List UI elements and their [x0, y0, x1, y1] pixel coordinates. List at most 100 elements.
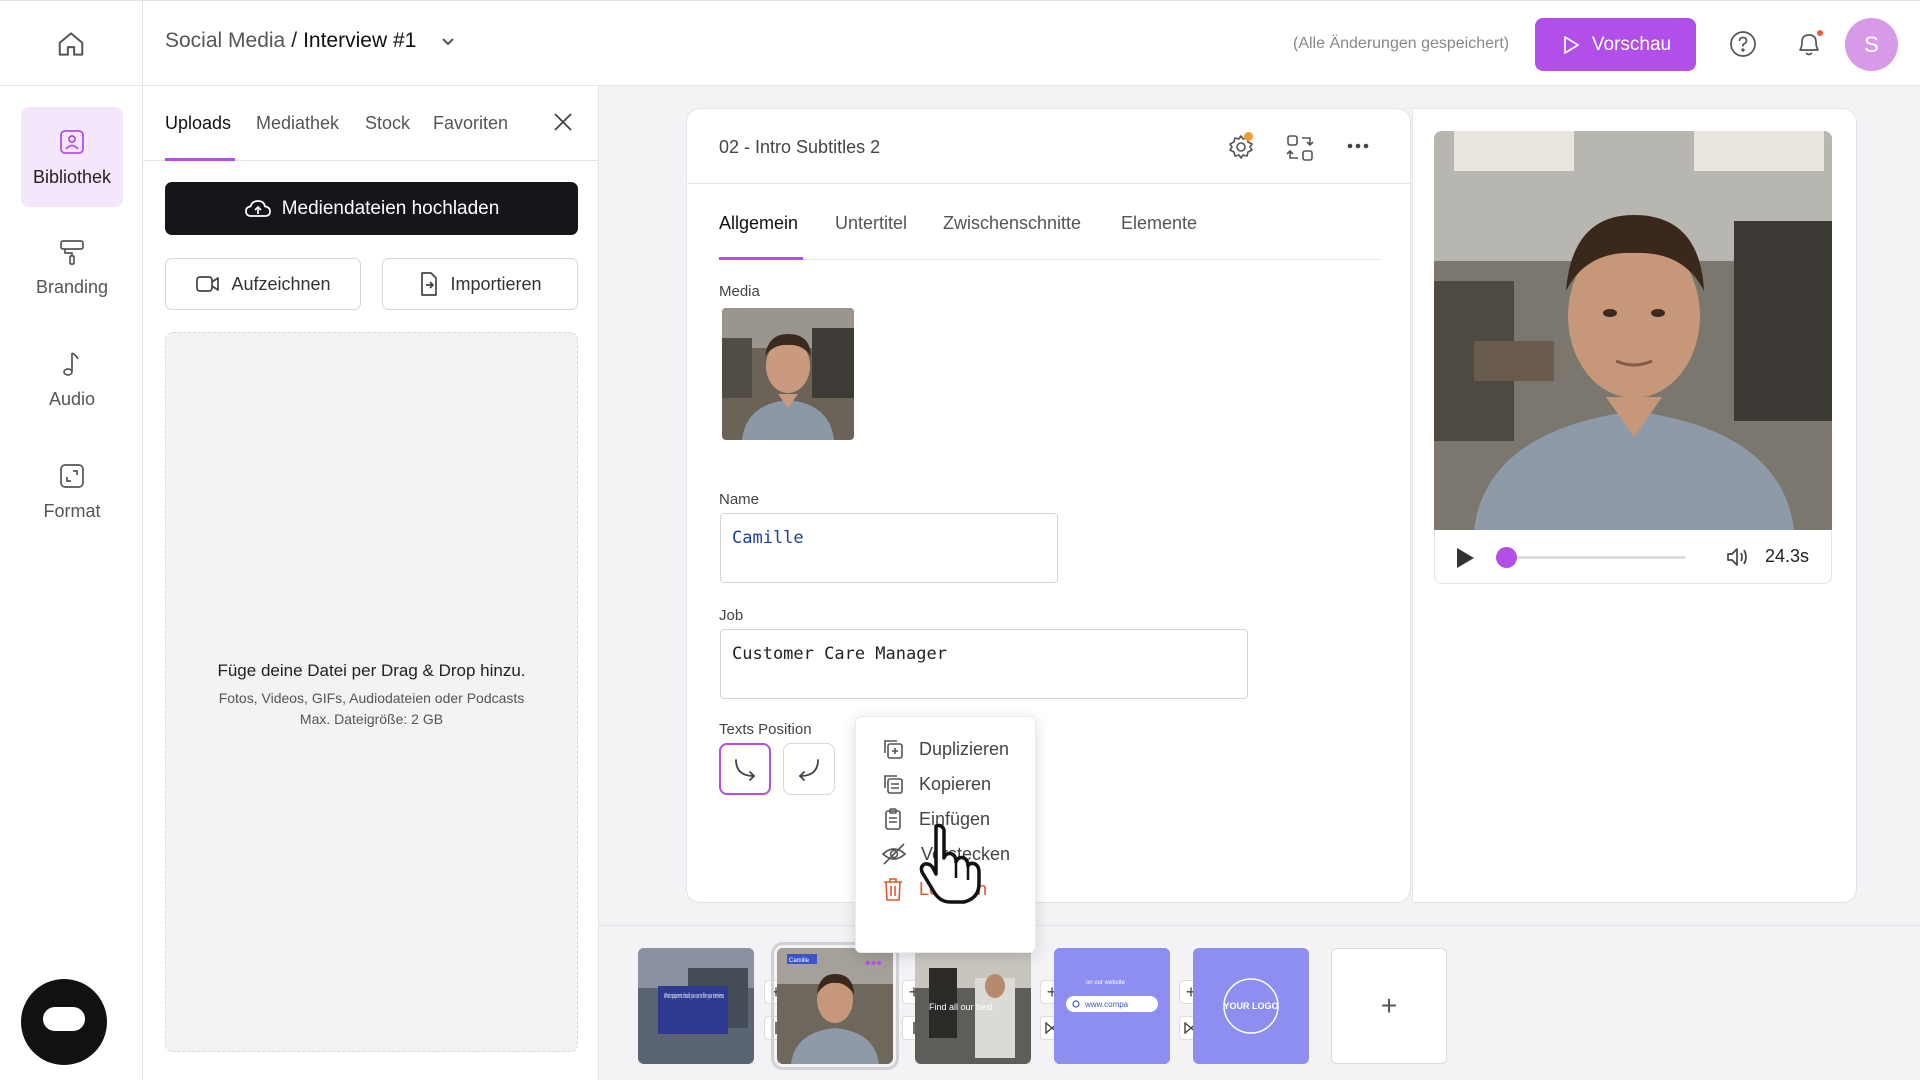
- menu-item-duplicate[interactable]: Duplizieren: [881, 734, 1009, 764]
- breadcrumb-project[interactable]: Social Media: [165, 29, 285, 53]
- timeline-clip-5[interactable]: YOUR LOGO: [1193, 948, 1309, 1064]
- clip-4-small: on our website: [1086, 980, 1126, 986]
- chat-icon: [43, 1007, 85, 1031]
- volume-icon: [1727, 548, 1747, 566]
- image-library-icon: [60, 129, 84, 154]
- breadcrumb-current: Interview #1: [303, 29, 417, 52]
- copy-icon: [884, 775, 903, 794]
- play-button[interactable]: [1455, 547, 1475, 569]
- left-rail: Bibliothek Branding Audio Format: [0, 86, 143, 1080]
- video-camera-icon: [196, 276, 220, 292]
- rail-label-branding: Branding: [35, 276, 109, 297]
- media-label: Media: [719, 283, 760, 300]
- preview-label: Vorschau: [1591, 33, 1672, 55]
- file-dropzone[interactable]: Füge deine Datei per Drag & Drop hinzu. …: [165, 332, 578, 1052]
- tab-untertitel[interactable]: Untertitel: [835, 213, 907, 234]
- menu-label-copy: Kopieren: [919, 773, 992, 794]
- swap-layout-button[interactable]: [1285, 133, 1315, 163]
- cloud-upload-icon: [244, 199, 271, 217]
- tab-favoriten[interactable]: Favoriten: [433, 113, 508, 134]
- trash-icon: [884, 878, 902, 901]
- media-thumbnail[interactable]: [722, 308, 854, 440]
- help-button[interactable]: [1729, 30, 1757, 58]
- scene-timeline: What equipment should you use to film yo…: [599, 925, 1920, 1080]
- duplicate-icon: [884, 740, 903, 759]
- chat-button[interactable]: [21, 979, 107, 1065]
- clip-2-caption: Camille: [789, 958, 810, 964]
- rail-label-format: Format: [43, 500, 101, 521]
- job-input[interactable]: Customer Care Manager: [720, 629, 1248, 699]
- rail-item-branding[interactable]: Branding: [21, 217, 123, 317]
- breadcrumb: Social Media / Interview #1: [165, 29, 456, 53]
- paint-roller-icon: [60, 239, 84, 265]
- scene-title: 02 - Intro Subtitles 2: [719, 137, 881, 157]
- timeline-clip-1[interactable]: What equipment should you use to film yo…: [638, 948, 754, 1064]
- scene-editor: 02 - Intro Subtitles 2 Allgemein Unterti…: [686, 108, 1411, 903]
- volume-button[interactable]: [1725, 545, 1751, 569]
- menu-item-copy[interactable]: Kopieren: [881, 769, 991, 799]
- tab-allgemein[interactable]: Allgemein: [719, 213, 798, 234]
- play-icon: [1457, 548, 1474, 568]
- dropzone-subtitle: Fotos, Videos, GIFs, Audiodateien oder P…: [166, 688, 577, 730]
- clip-5-caption: YOUR LOGO: [1223, 1001, 1278, 1011]
- dropzone-title: Füge deine Datei per Drag & Drop hinzu.: [217, 661, 526, 680]
- breadcrumb-separator: /: [291, 29, 298, 52]
- active-tab-underline: [165, 158, 235, 161]
- home-icon: [58, 31, 84, 56]
- eye-off-icon: [881, 843, 907, 865]
- avatar[interactable]: S: [1845, 18, 1898, 71]
- position-bottom-right-button[interactable]: [719, 743, 771, 795]
- help-icon: [1730, 31, 1756, 57]
- timeline-clip-4[interactable]: on our website www.compa: [1054, 948, 1170, 1064]
- tabs-divider: [719, 259, 1381, 260]
- rail-label-audio: Audio: [48, 388, 96, 409]
- clip-3-caption: Find all our best: [929, 1002, 994, 1012]
- save-status: (Alle Änderungen gespeichert): [1293, 35, 1510, 52]
- tab-stock[interactable]: Stock: [365, 113, 410, 134]
- import-icon: [421, 272, 438, 296]
- position-bottom-left-button[interactable]: [783, 743, 835, 795]
- tab-mediathek[interactable]: Mediathek: [256, 113, 339, 134]
- rail-item-bibliothek[interactable]: Bibliothek: [21, 107, 123, 207]
- dropzone-types: Fotos, Videos, GIFs, Audiodateien oder P…: [218, 690, 525, 706]
- crop-frame-icon: [60, 463, 84, 488]
- rail-item-audio[interactable]: Audio: [21, 329, 123, 429]
- preview-panel: 24.3s: [1412, 108, 1857, 903]
- clip-more-icon[interactable]: •••: [865, 956, 893, 972]
- music-note-icon: [63, 351, 79, 376]
- clip-1-caption: What equipment should you use to film yo…: [664, 991, 724, 1000]
- timeline-clip-3[interactable]: Find all our best: [915, 948, 1031, 1064]
- preview-button[interactable]: Vorschau: [1535, 18, 1696, 71]
- scrub-handle[interactable]: [1496, 547, 1517, 568]
- rail-label-bibliothek: Bibliothek: [32, 166, 112, 187]
- name-input[interactable]: Camille: [720, 513, 1058, 583]
- scrub-track[interactable]: [1501, 556, 1686, 559]
- upload-media-button[interactable]: Mediendateien hochladen: [165, 182, 578, 235]
- editor-header: 02 - Intro Subtitles 2: [687, 109, 1410, 184]
- notification-badge: [1815, 28, 1825, 38]
- record-button[interactable]: Aufzeichnen: [165, 258, 361, 310]
- chevron-down-icon[interactable]: [440, 33, 456, 49]
- more-options-button[interactable]: [1347, 143, 1369, 149]
- import-button[interactable]: Importieren: [382, 258, 578, 310]
- curve-arrow-left-icon: [798, 759, 819, 781]
- paste-icon: [885, 808, 901, 830]
- close-icon: [554, 113, 572, 131]
- add-clip-button[interactable]: +: [1331, 948, 1447, 1064]
- texts-position-label: Texts Position: [719, 721, 812, 738]
- upload-label: Mediendateien hochladen: [281, 197, 500, 219]
- video-duration: 24.3s: [1765, 546, 1810, 566]
- tab-zwischenschnitte[interactable]: Zwischenschnitte: [943, 213, 1081, 234]
- curve-arrow-right-icon: [735, 759, 756, 781]
- tab-uploads[interactable]: Uploads: [165, 113, 231, 134]
- video-controls: 24.3s: [1434, 530, 1832, 584]
- settings-indicator: [1244, 132, 1253, 141]
- swap-icon: [1286, 135, 1314, 161]
- video-preview[interactable]: [1434, 131, 1832, 530]
- close-panel-button[interactable]: [551, 110, 575, 134]
- home-button[interactable]: [0, 1, 143, 86]
- library-tabs: Uploads Mediathek Stock Favoriten: [143, 86, 598, 161]
- play-outline-icon: [1563, 35, 1579, 54]
- tab-elemente[interactable]: Elemente: [1121, 213, 1197, 234]
- rail-item-format[interactable]: Format: [21, 441, 123, 541]
